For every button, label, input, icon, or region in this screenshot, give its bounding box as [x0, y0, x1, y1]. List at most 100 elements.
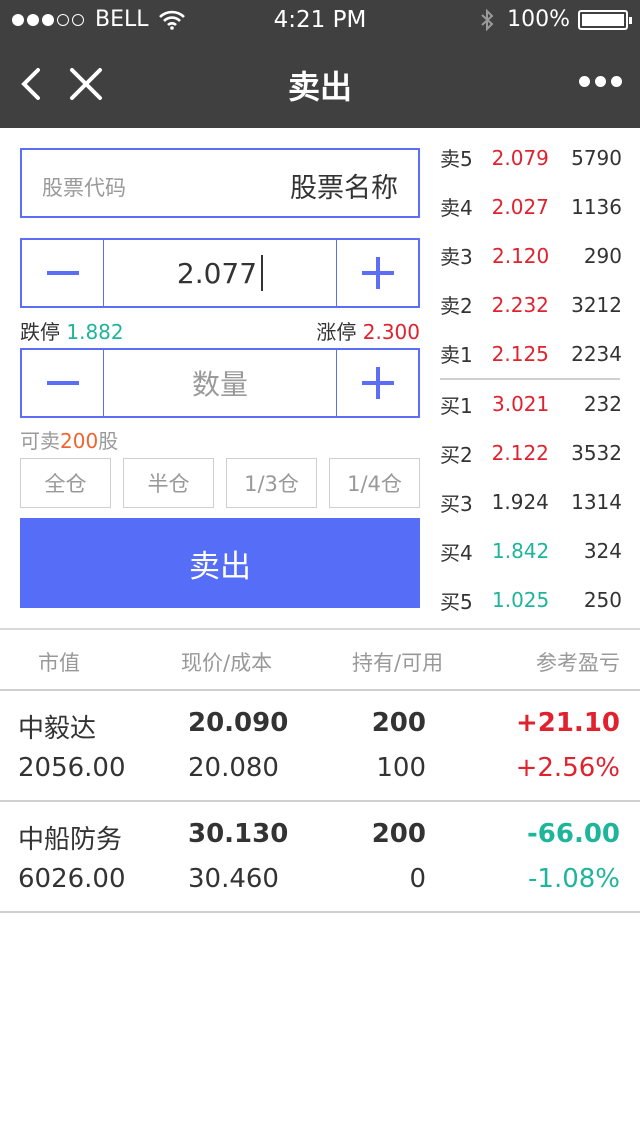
- bid-price: 3.021: [492, 392, 550, 416]
- holding-held: 200: [371, 819, 426, 849]
- price-increase-button[interactable]: [336, 240, 418, 306]
- sellable-value: 200: [60, 429, 99, 453]
- order-book-ask-row[interactable]: 卖3 2.120 290: [440, 231, 622, 280]
- header-pnl: 参考盈亏: [536, 651, 620, 675]
- more-dots-icon[interactable]: [574, 76, 622, 87]
- quantity-increase-button[interactable]: [336, 350, 418, 416]
- ask-volume: 1136: [571, 194, 622, 219]
- sellable-amount: 可卖200股: [20, 425, 118, 454]
- price-decrease-button[interactable]: [22, 240, 104, 306]
- order-book-ask-row[interactable]: 卖5 2.079 5790: [440, 133, 622, 182]
- header-price-cost: 现价/成本: [181, 651, 273, 675]
- quantity-placeholder: 数量: [191, 368, 248, 401]
- order-book-bid-row[interactable]: 买1 3.021 232: [440, 380, 622, 429]
- bid-label: 买3: [440, 491, 473, 516]
- text-cursor: [261, 255, 264, 291]
- ask-price: 2.232: [491, 292, 549, 317]
- bid-price: 1.924: [491, 490, 549, 514]
- order-book: 卖5 2.079 5790 卖4 2.027 1136 卖3 2.120 290…: [440, 133, 622, 625]
- holding-available: 100: [376, 753, 426, 783]
- ask-volume: 290: [583, 243, 622, 268]
- sell-button[interactable]: 卖出: [20, 518, 420, 608]
- order-book-ask-row[interactable]: 卖1 2.125 2234: [440, 329, 622, 378]
- holding-cost: 30.460: [188, 864, 279, 894]
- quantity-input[interactable]: 数量: [104, 350, 336, 416]
- bid-volume: 1314: [571, 490, 622, 514]
- battery-percent: 100%: [507, 7, 570, 32]
- bid-volume: 250: [583, 588, 622, 612]
- holding-cost: 20.080: [188, 753, 279, 783]
- holding-name: 中毅达: [18, 714, 97, 744]
- order-book-bid-row[interactable]: 买2 2.122 3532: [440, 429, 622, 478]
- holdings-header: 市值 现价/成本 持有/可用 参考盈亏: [0, 629, 640, 689]
- holding-pnl-percent: +2.56%: [515, 753, 620, 783]
- limit-up-label: 涨停: [316, 320, 357, 344]
- plus-icon: [361, 367, 394, 399]
- holding-row[interactable]: 中船防务 6026.00 30.130 30.460 200 0 -66.00 …: [0, 801, 640, 911]
- header-market-value: 市值: [38, 651, 80, 675]
- quantity-decrease-button[interactable]: [22, 350, 104, 416]
- header-held-available: 持有/可用: [352, 651, 444, 675]
- position-third-button[interactable]: 1/3仓: [226, 458, 317, 508]
- position-quarter-button[interactable]: 1/4仓: [329, 458, 420, 508]
- ask-price: 2.027: [491, 194, 549, 219]
- ask-price: 2.120: [492, 243, 550, 268]
- bid-label: 买4: [440, 540, 473, 565]
- ask-price: 2.125: [491, 341, 549, 366]
- minus-icon: [46, 271, 79, 275]
- status-right: 100%: [479, 7, 632, 32]
- bid-label: 买5: [440, 589, 473, 614]
- limit-down: 跌停 1.882: [20, 316, 124, 345]
- stock-code-input[interactable]: 股票代码 股票名称: [20, 148, 420, 218]
- ask-volume: 5790: [571, 145, 622, 170]
- ask-label: 卖4: [440, 196, 473, 220]
- bid-volume: 324: [583, 539, 622, 563]
- holding-price: 30.130: [188, 819, 289, 849]
- order-book-ask-row[interactable]: 卖4 2.027 1136: [440, 182, 622, 231]
- order-book-bid-row[interactable]: 买5 1.025 250: [440, 576, 622, 625]
- ask-label: 卖2: [440, 294, 473, 318]
- order-book-bid-row[interactable]: 买4 1.842 324: [440, 527, 622, 576]
- holding-name: 中船防务: [18, 825, 123, 855]
- holding-market-value: 6026.00: [18, 864, 126, 894]
- quantity-stepper: 数量: [20, 348, 420, 418]
- plus-icon: [361, 257, 394, 289]
- minus-icon: [46, 381, 79, 385]
- limit-down-value: 1.882: [66, 320, 124, 344]
- price-input[interactable]: 2.077: [104, 240, 336, 306]
- price-stepper: 2.077: [20, 238, 420, 308]
- holding-market-value: 2056.00: [18, 753, 126, 783]
- bid-label: 买2: [440, 442, 473, 467]
- bid-price: 2.122: [491, 441, 549, 465]
- position-full-button[interactable]: 全仓: [20, 458, 111, 508]
- status-bar: BELL 4:21 PM 100%: [0, 0, 640, 40]
- ask-label: 卖5: [440, 147, 473, 171]
- ask-label: 卖3: [440, 245, 473, 269]
- holding-pnl-percent: -1.08%: [528, 864, 620, 894]
- ask-volume: 2234: [571, 341, 622, 366]
- stock-code-placeholder: 股票代码: [42, 176, 126, 200]
- bid-label: 买1: [440, 393, 473, 418]
- sellable-prefix: 可卖: [20, 429, 60, 453]
- battery-icon: [578, 9, 632, 30]
- sellable-suffix: 股: [98, 429, 119, 453]
- holding-available: 0: [409, 864, 426, 894]
- limit-up-value: 2.300: [362, 320, 420, 344]
- holding-pnl: +21.10: [515, 708, 620, 738]
- position-buttons: 全仓 半仓 1/3仓 1/4仓: [20, 458, 420, 508]
- bluetooth-icon: [481, 8, 494, 31]
- price-limits: 跌停 1.882 涨停 2.300: [20, 316, 420, 345]
- limit-down-label: 跌停: [20, 320, 60, 344]
- nav-bar: 卖出: [0, 40, 640, 128]
- limit-up: 涨停 2.300: [316, 316, 420, 345]
- ask-price: 2.079: [491, 145, 549, 170]
- bid-volume: 3532: [571, 441, 622, 465]
- order-book-ask-row[interactable]: 卖2 2.232 3212: [440, 280, 622, 329]
- row-divider: [0, 911, 640, 913]
- holding-pnl: -66.00: [526, 819, 620, 849]
- holding-held: 200: [371, 708, 426, 738]
- order-book-bid-row[interactable]: 买3 1.924 1314: [440, 478, 622, 527]
- bid-volume: 232: [583, 392, 622, 416]
- position-half-button[interactable]: 半仓: [123, 458, 214, 508]
- holding-row[interactable]: 中毅达 2056.00 20.090 20.080 200 100 +21.10…: [0, 690, 640, 800]
